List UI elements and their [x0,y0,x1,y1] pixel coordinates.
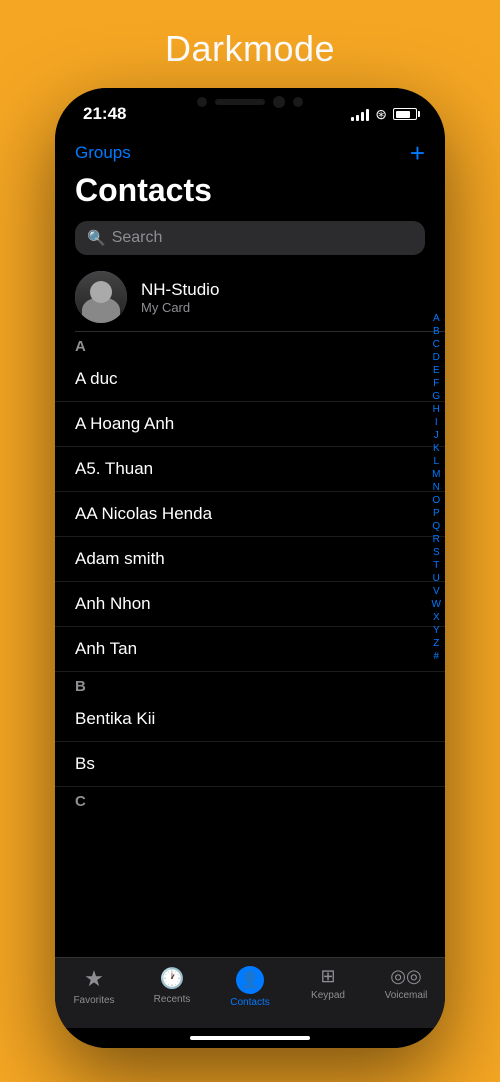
list-item[interactable]: AA Nicolas Henda [55,492,445,537]
my-card-subtitle: My Card [141,300,219,315]
list-item[interactable]: A duc [55,357,445,402]
alpha-n[interactable]: N [433,482,440,494]
list-item[interactable]: Bentika Kii [55,697,445,742]
page-header: Contacts [55,170,445,217]
groups-button[interactable]: Groups [75,143,131,163]
contact-name: A Hoang Anh [75,414,174,434]
search-input[interactable]: Search [112,229,163,247]
alpha-e[interactable]: E [433,365,440,377]
contact-name: Bs [75,754,95,774]
my-card-name: NH-Studio [141,280,219,300]
page-title: Darkmode [165,28,335,70]
battery-icon [393,108,417,120]
search-icon: 🔍 [87,229,106,247]
tab-contacts[interactable]: 👤 Contacts [211,966,289,1008]
alpha-f[interactable]: F [433,378,439,390]
my-card[interactable]: NH-Studio My Card [55,263,445,331]
tab-recents-label: Recents [154,994,191,1005]
section-c-header: C [55,787,445,812]
section-a-header: A [55,332,445,357]
alpha-o[interactable]: O [432,495,440,507]
alpha-r[interactable]: R [433,534,440,546]
nav-bar: Groups + [55,132,445,170]
phone-frame: 21:48 ⊛ Groups + Contacts [55,88,445,1048]
alpha-a[interactable]: A [433,313,440,325]
alpha-j[interactable]: J [434,430,439,442]
alpha-q[interactable]: Q [432,521,440,533]
alpha-m[interactable]: M [432,469,440,481]
keypad-icon: ⊞ [320,966,335,987]
alpha-v[interactable]: V [433,586,440,598]
signal-icon [351,107,369,121]
notch [175,88,325,116]
contact-name: Anh Nhon [75,594,151,614]
alpha-u[interactable]: U [433,573,440,585]
alpha-p[interactable]: P [433,508,440,520]
list-item[interactable]: Anh Tan [55,627,445,672]
contacts-scroll[interactable]: NH-Studio My Card A A duc A Hoang Anh A5… [55,263,445,957]
alpha-i[interactable]: I [435,417,438,429]
phone-screen: 21:48 ⊛ Groups + Contacts [55,88,445,1048]
list-item[interactable]: A5. Thuan [55,447,445,492]
notch-speaker [215,99,265,105]
contact-name: Adam smith [75,549,165,569]
alpha-hash[interactable]: # [433,651,439,663]
alpha-index[interactable]: A B C D E F G H I J K L M N O P Q [432,313,441,663]
alpha-x[interactable]: X [433,612,440,624]
favorites-icon: ★ [84,966,104,992]
list-item[interactable]: Bs [55,742,445,787]
status-icons: ⊛ [351,106,417,123]
notch-dot-2 [293,97,303,107]
tab-favorites-label: Favorites [73,995,114,1006]
notch-camera [273,96,285,108]
list-item[interactable]: Adam smith [55,537,445,582]
add-contact-button[interactable]: + [410,140,425,166]
tab-favorites[interactable]: ★ Favorites [55,966,133,1008]
tab-recents[interactable]: 🕐 Recents [133,966,211,1008]
alpha-h[interactable]: H [433,404,440,416]
tab-bar: ★ Favorites 🕐 Recents 👤 Contacts ⊞ Keypa… [55,957,445,1028]
tab-keypad[interactable]: ⊞ Keypad [289,966,367,1008]
alpha-y[interactable]: Y [433,625,440,637]
avatar [75,271,127,323]
contacts-tab-icon: 👤 [240,970,260,990]
contact-name: AA Nicolas Henda [75,504,212,524]
status-time: 21:48 [83,104,126,124]
alpha-w[interactable]: W [432,599,441,611]
tab-keypad-label: Keypad [311,990,345,1001]
home-bar [190,1036,310,1040]
list-item[interactable]: A Hoang Anh [55,402,445,447]
voicemail-icon: ◎◎ [390,966,421,987]
alpha-c[interactable]: C [433,339,440,351]
tab-voicemail[interactable]: ◎◎ Voicemail [367,966,445,1008]
contact-name: A duc [75,369,118,389]
app-content: Groups + Contacts 🔍 Search [55,132,445,1048]
contact-name: A5. Thuan [75,459,153,479]
alpha-s[interactable]: S [433,547,440,559]
notch-dot-1 [197,97,207,107]
alpha-l[interactable]: L [433,456,439,468]
contact-name: Anh Tan [75,639,137,659]
list-item[interactable]: Anh Nhon [55,582,445,627]
wifi-icon: ⊛ [375,106,387,123]
alpha-k[interactable]: K [433,443,440,455]
alpha-t[interactable]: T [433,560,439,572]
alpha-z[interactable]: Z [433,638,439,650]
contacts-title: Contacts [75,172,425,209]
recents-icon: 🕐 [160,966,185,991]
my-card-info: NH-Studio My Card [141,280,219,315]
alpha-g[interactable]: G [432,391,440,403]
tab-contacts-label: Contacts [230,997,269,1008]
search-bar[interactable]: 🔍 Search [75,221,425,255]
contact-name: Bentika Kii [75,709,155,729]
alpha-b[interactable]: B [433,326,440,338]
home-indicator [55,1028,445,1048]
tab-voicemail-label: Voicemail [385,990,428,1001]
avatar-image [75,271,127,323]
alpha-d[interactable]: D [433,352,440,364]
section-b-header: B [55,672,445,697]
